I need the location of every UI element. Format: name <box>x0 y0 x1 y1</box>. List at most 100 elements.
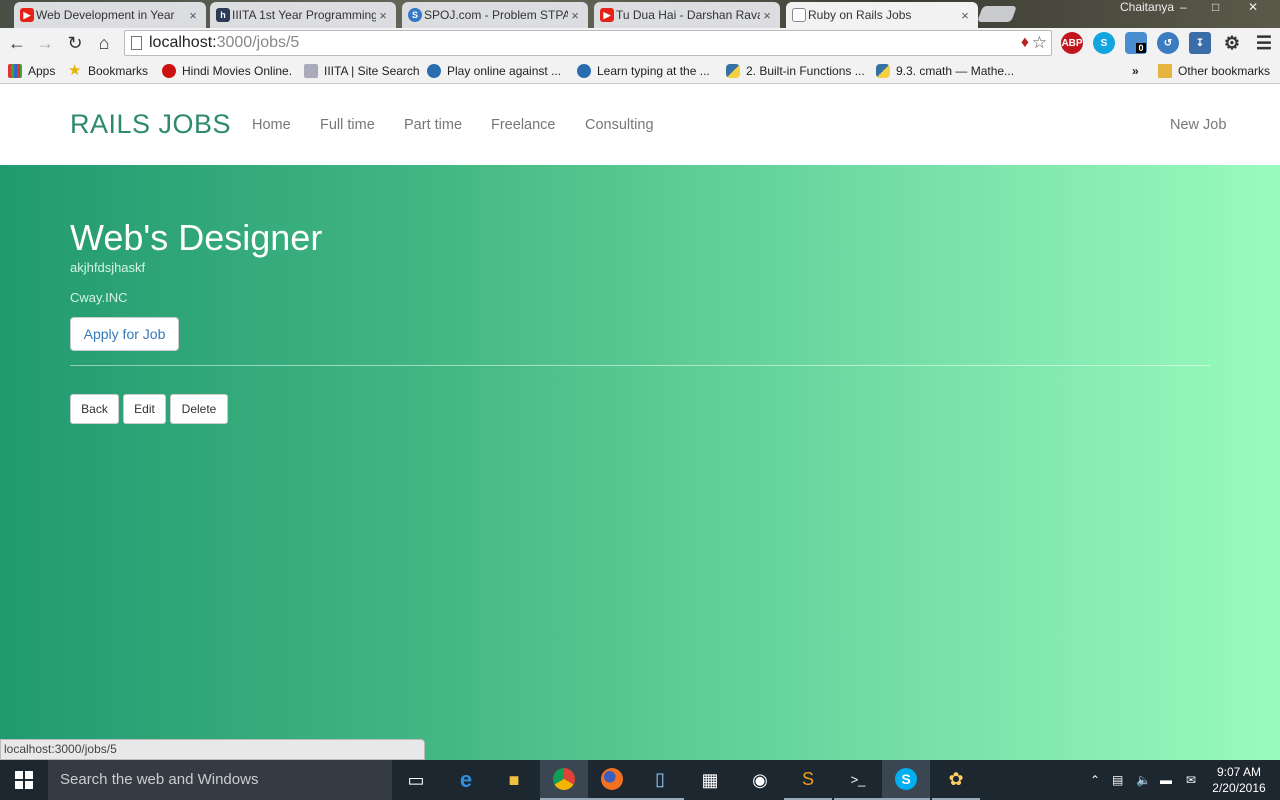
browser-tab[interactable]: h IIITA 1st Year Programming × <box>210 2 396 28</box>
python-icon <box>726 64 740 78</box>
apply-for-job-button[interactable]: Apply for Job <box>70 317 179 351</box>
youtube-icon: ▶ <box>600 8 614 22</box>
spoj-icon: S <box>408 8 422 22</box>
back-button[interactable]: Back <box>70 394 119 424</box>
browser-tab[interactable]: S SPOJ.com - Problem STPAR × <box>402 2 588 28</box>
skype-icon[interactable]: S <box>882 760 930 800</box>
job-description: akjhfdsjhaskf <box>70 260 146 275</box>
badge-count: 0 <box>1136 43 1146 53</box>
store-icon[interactable]: ▦ <box>686 760 734 800</box>
bookmark-label: Bookmarks <box>88 64 149 78</box>
sublime-text-icon[interactable]: S <box>784 760 832 800</box>
tab-title: Ruby on Rails Jobs <box>808 8 912 22</box>
chrome-icon[interactable] <box>540 760 588 800</box>
firefox-icon[interactable] <box>588 760 636 800</box>
bookmark-builtin-functions[interactable]: 2. Built-in Functions ... <box>726 63 865 79</box>
nav-link-part-time[interactable]: Part time <box>404 117 462 133</box>
star-icon: ★ <box>68 62 82 79</box>
forward-arrow-icon[interactable]: → <box>34 32 56 54</box>
adblock-icon[interactable]: ABP <box>1061 32 1083 54</box>
close-tab-icon[interactable]: × <box>186 8 200 23</box>
edit-button[interactable]: Edit <box>123 394 166 424</box>
tab-title: SPOJ.com - Problem STPAR <box>424 8 568 22</box>
close-tab-icon[interactable]: × <box>958 8 972 23</box>
network-icon[interactable]: ▤ <box>1112 760 1123 800</box>
bookmarks-overflow-button[interactable]: » <box>1132 63 1139 79</box>
youtube-icon: ▶ <box>20 8 34 22</box>
other-bookmarks[interactable]: Other bookmarks <box>1158 63 1270 79</box>
file-explorer-icon[interactable]: ■ <box>490 760 538 800</box>
bookmark-label: IIITA | Site Search <box>324 64 420 78</box>
edge-icon[interactable]: e <box>442 760 490 800</box>
browser-tab-active[interactable]: Ruby on Rails Jobs × <box>786 2 978 28</box>
close-tab-icon[interactable]: × <box>760 8 774 23</box>
star-icon[interactable]: ☆ <box>1032 31 1047 55</box>
battery-icon[interactable]: ▬ <box>1160 760 1172 800</box>
minimize-icon[interactable]: – <box>1180 0 1187 18</box>
taskbar-search-box[interactable]: Search the web and Windows <box>48 760 392 800</box>
nav-link-consulting[interactable]: Consulting <box>585 117 654 133</box>
status-url-bubble: localhost:3000/jobs/5 <box>0 739 425 760</box>
ghostery-icon[interactable]: 0 <box>1125 32 1147 54</box>
new-job-link[interactable]: New Job <box>1170 117 1226 133</box>
h-icon: h <box>216 8 230 22</box>
task-view-icon[interactable]: ▭ <box>392 760 440 800</box>
job-detail-panel: Web's Designer akjhfdsjhaskf Cway.INC Ap… <box>0 165 1280 760</box>
volume-icon[interactable]: 🔈 <box>1136 760 1151 800</box>
bookmark-cmath[interactable]: 9.3. cmath — Mathe... <box>876 63 1014 79</box>
clock-date: 2/20/2016 <box>1212 781 1266 795</box>
close-tab-icon[interactable]: × <box>568 8 582 23</box>
bookmark-label: Apps <box>28 64 56 78</box>
tab-title: IIITA 1st Year Programming <box>232 8 376 22</box>
start-button[interactable] <box>0 760 48 800</box>
url-host: localhost: <box>149 34 217 51</box>
nav-link-full-time[interactable]: Full time <box>320 117 375 133</box>
terminal-icon[interactable]: >_ <box>834 760 882 800</box>
nav-link-home[interactable]: Home <box>252 117 291 133</box>
browser-tab[interactable]: ▶ Tu Dua Hai - Darshan Raval × <box>594 2 780 28</box>
page-info-icon[interactable] <box>131 36 142 50</box>
site-navbar: RAILS JOBS Home Full time Part time Free… <box>0 85 1280 165</box>
camera-icon[interactable]: ◉ <box>736 760 784 800</box>
bookmark-label: Play online against ... <box>447 64 562 78</box>
tray-overflow-icon[interactable]: ⌃ <box>1090 760 1100 800</box>
window-user: Chaitanya <box>1120 0 1175 14</box>
notifications-icon[interactable]: ✉ <box>1186 760 1196 800</box>
menu-icon[interactable]: ☰ <box>1253 32 1275 54</box>
windows-taskbar: Search the web and Windows ▭ e ■ ▯ ▦ ◉ S… <box>0 760 1280 800</box>
folder-icon <box>1158 64 1172 78</box>
maximize-icon[interactable]: □ <box>1212 0 1219 18</box>
bookmark-apps[interactable]: Apps <box>8 63 55 79</box>
divider <box>70 365 1210 366</box>
rails-extension-icon[interactable]: ♦ <box>1021 31 1029 55</box>
paint-icon[interactable]: ✿ <box>932 760 980 800</box>
bookmark-iiita-search[interactable]: IIITA | Site Search <box>304 63 420 79</box>
bookmark-hindi-movies[interactable]: Hindi Movies Online. <box>162 63 292 79</box>
nav-link-freelance[interactable]: Freelance <box>491 117 555 133</box>
bookmark-bookmarks[interactable]: ★ Bookmarks <box>68 63 148 79</box>
bookmarks-bar: Apps ★ Bookmarks Hindi Movies Online. III… <box>0 58 1280 84</box>
history-icon[interactable]: ↺ <box>1157 32 1179 54</box>
other-bookmarks-label: Other bookmarks <box>1178 64 1271 78</box>
back-arrow-icon[interactable]: ← <box>6 32 28 54</box>
delete-button[interactable]: Delete <box>170 394 228 424</box>
site-icon <box>304 64 318 78</box>
bookmark-learn-typing[interactable]: Learn typing at the ... <box>577 63 710 79</box>
notepad-icon[interactable]: ▯ <box>636 760 684 800</box>
home-icon[interactable]: ⌂ <box>93 32 115 54</box>
skype-icon[interactable]: S <box>1093 32 1115 54</box>
close-tab-icon[interactable]: × <box>376 8 390 23</box>
tab-title: Tu Dua Hai - Darshan Raval <box>616 8 760 22</box>
bookmark-play-online[interactable]: Play online against ... <box>427 63 561 79</box>
address-bar[interactable]: localhost:3000/jobs/5 ♦ ☆ <box>124 30 1052 56</box>
new-tab-button[interactable] <box>977 6 1017 22</box>
bookmark-label: 9.3. cmath — Mathe... <box>896 64 1015 78</box>
browser-tab[interactable]: ▶ Web Development in Year × <box>14 2 206 28</box>
taskbar-clock[interactable]: 9:07 AM 2/20/2016 <box>1208 764 1270 796</box>
gear-icon[interactable]: ⚙ <box>1221 32 1243 54</box>
download-icon[interactable]: ↧ <box>1189 32 1211 54</box>
close-window-icon[interactable]: ✕ <box>1248 0 1258 18</box>
brand-logo[interactable]: RAILS JOBS <box>70 109 231 140</box>
reload-icon[interactable]: ↻ <box>64 32 86 54</box>
job-company: Cway.INC <box>70 290 128 305</box>
